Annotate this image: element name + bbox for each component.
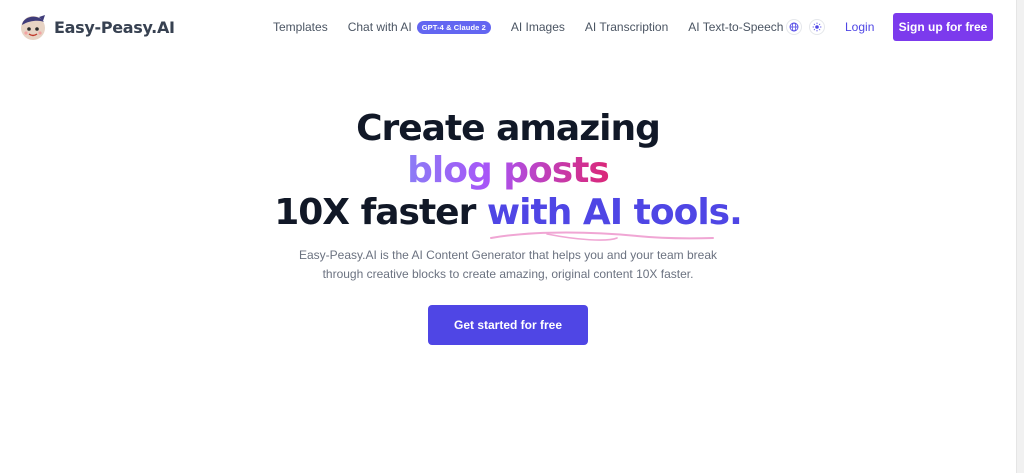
nav-chat-with-ai[interactable]: Chat with AI GPT-4 & Claude 2 bbox=[348, 20, 491, 34]
main-nav: Templates Chat with AI GPT-4 & Claude 2 … bbox=[273, 0, 803, 54]
get-started-button[interactable]: Get started for free bbox=[428, 305, 588, 345]
nav-templates[interactable]: Templates bbox=[273, 20, 328, 34]
hero-title-line-3: 10X faster with AI tools. bbox=[0, 192, 1016, 241]
hero-title-plain: 10X faster bbox=[274, 192, 476, 233]
nav-ai-images-label: AI Images bbox=[510, 20, 565, 34]
nav-chat-label: Chat with AI bbox=[347, 20, 412, 34]
mascot-logo-icon bbox=[21, 15, 45, 40]
hero-section: Create amazing blog posts 10X faster wit… bbox=[0, 108, 1016, 345]
nav-tts-label: AI Text-to-Speech bbox=[688, 20, 784, 34]
vertical-scrollbar[interactable] bbox=[1016, 0, 1024, 473]
hero-title-accent: with AI tools. bbox=[487, 192, 743, 241]
scribble-underline-icon bbox=[489, 231, 714, 241]
hero-highlight-text: blog posts bbox=[407, 150, 610, 191]
model-badge: GPT-4 & Claude 2 bbox=[416, 20, 491, 34]
sun-icon bbox=[812, 22, 822, 32]
nav-ai-images[interactable]: AI Images bbox=[511, 20, 565, 34]
login-link[interactable]: Login bbox=[845, 20, 874, 34]
brand-name: Easy-Peasy.AI bbox=[54, 17, 175, 37]
globe-icon bbox=[789, 22, 799, 32]
language-button[interactable] bbox=[786, 19, 802, 35]
brand-logo-link[interactable]: Easy-Peasy.AI bbox=[18, 12, 175, 42]
hero-title-line-2: blog posts bbox=[0, 150, 1016, 192]
nav-ai-transcription[interactable]: AI Transcription bbox=[585, 20, 668, 34]
nav-ai-text-to-speech[interactable]: AI Text-to-Speech bbox=[688, 20, 783, 34]
page: Easy-Peasy.AI Templates Chat with AI GPT… bbox=[0, 0, 1024, 473]
signup-button[interactable]: Sign up for free bbox=[893, 13, 993, 41]
hero-subtitle: Easy-Peasy.AI is the AI Content Generato… bbox=[298, 248, 717, 281]
theme-toggle-button[interactable] bbox=[809, 19, 825, 35]
top-navigation: Easy-Peasy.AI Templates Chat with AI GPT… bbox=[0, 0, 1016, 54]
hero-title-line-1: Create amazing bbox=[356, 108, 661, 149]
nav-templates-label: Templates bbox=[273, 20, 328, 34]
nav-ai-transcription-label: AI Transcription bbox=[584, 20, 669, 34]
